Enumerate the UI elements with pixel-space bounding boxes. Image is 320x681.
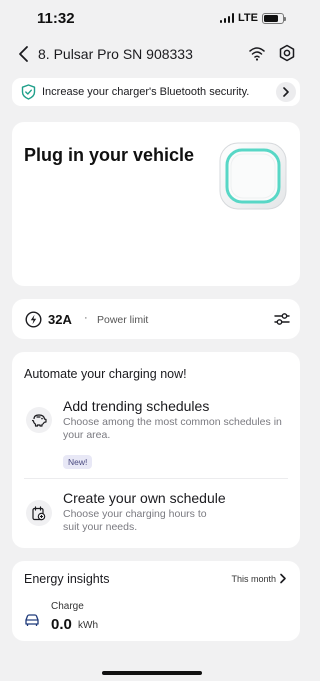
energy-insights-card[interactable]: Energy insights This month Charge 0.0 kW… [12, 561, 300, 641]
status-time: 11:32 [37, 10, 75, 27]
new-badge: New! [63, 455, 93, 469]
trending-schedules-description: Choose among the most common schedules i… [63, 416, 282, 441]
power-separator: · [84, 312, 88, 324]
nav-bar: 8. Pulsar Pro SN 908333 [0, 40, 304, 68]
power-limit-value: 32A [48, 312, 72, 327]
divider [24, 478, 288, 479]
network-type: LTE [238, 12, 258, 24]
charge-unit: kWh [78, 620, 98, 631]
own-schedule-description: Choose your charging hours to suit your … [63, 508, 207, 533]
home-indicator[interactable] [102, 671, 202, 675]
battery-icon [262, 12, 286, 24]
charger-image [219, 142, 287, 210]
power-limit-card[interactable]: 32A · Power limit [12, 299, 300, 339]
energy-insights-title: Energy insights [24, 572, 110, 586]
back-icon[interactable] [16, 45, 32, 63]
chevron-right-icon[interactable] [279, 573, 287, 584]
charge-label: Charge [51, 601, 84, 612]
wifi-icon[interactable] [248, 44, 266, 62]
banner-text: Increase your charger's Bluetooth securi… [42, 86, 250, 98]
plugin-card: Plug in your vehicle [12, 122, 300, 286]
gear-icon[interactable] [278, 44, 296, 62]
calendar-add-icon [26, 500, 52, 526]
automate-card: Automate your charging now! Add trending… [12, 352, 300, 548]
own-schedule-title[interactable]: Create your own schedule [63, 490, 226, 506]
sliders-icon[interactable] [273, 310, 291, 328]
shield-check-icon [21, 84, 36, 100]
bolt-icon [25, 311, 42, 328]
status-bar: 11:32 LTE [0, 0, 304, 36]
plugin-title: Plug in your vehicle [24, 145, 195, 165]
security-banner[interactable]: Increase your charger's Bluetooth securi… [12, 78, 300, 106]
signal-icon [219, 13, 235, 23]
status-icons: LTE [219, 12, 286, 24]
trending-schedules-title[interactable]: Add trending schedules [63, 398, 209, 414]
automate-title: Automate your charging now! [24, 367, 187, 381]
chevron-right-icon [283, 87, 289, 97]
piggy-bank-icon [26, 407, 52, 433]
power-limit-label: Power limit [97, 314, 149, 326]
banner-arrow-button[interactable] [276, 82, 296, 102]
car-icon [25, 614, 39, 626]
charge-value: 0.0 [51, 616, 72, 633]
page-title: 8. Pulsar Pro SN 908333 [38, 46, 193, 62]
period-selector[interactable]: This month [231, 574, 276, 584]
